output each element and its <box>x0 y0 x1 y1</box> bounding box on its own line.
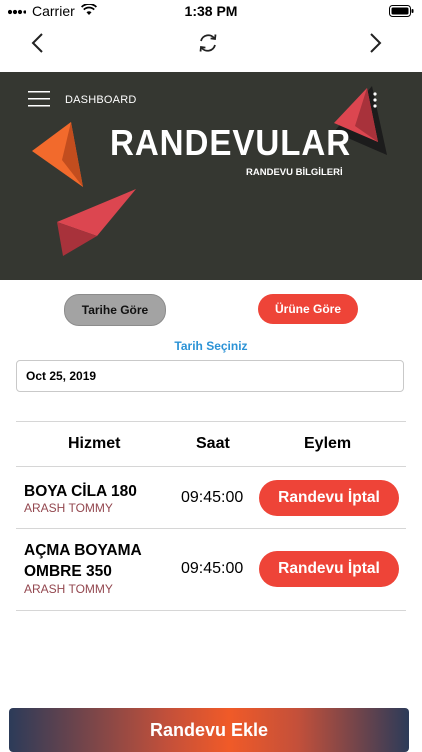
column-header-action: Eylem <box>304 435 352 452</box>
column-header-service: Hizmet <box>68 435 121 452</box>
cancel-appointment-button[interactable]: Randevu İptal <box>259 480 399 516</box>
appointment-time: 09:45:00 <box>181 560 244 577</box>
chevron-left-icon <box>30 32 44 59</box>
page-subtitle: RANDEVU BİLGİLERİ <box>246 167 343 178</box>
filter-toggle-group: Tarihe Göre Ürüne Göre <box>0 294 422 326</box>
status-bar: Carrier 1:38 PM <box>0 0 422 22</box>
add-appointment-button[interactable]: Randevu Ekle <box>9 708 409 752</box>
filter-by-date-button[interactable]: Tarihe Göre <box>64 294 166 326</box>
battery-icon <box>389 4 414 20</box>
page-title: RANDEVULAR <box>110 122 352 163</box>
appointment-time: 09:45:00 <box>181 489 244 506</box>
clock: 1:38 PM <box>184 3 238 19</box>
decorative-shapes <box>32 86 387 256</box>
forward-button[interactable] <box>361 30 391 60</box>
column-header-time: Saat <box>196 435 230 452</box>
back-button[interactable] <box>22 30 52 60</box>
table-row: BOYA CİLA 180 ARASH TOMMY 09:45:00 Rande… <box>16 467 406 529</box>
refresh-icon <box>197 32 219 59</box>
filter-by-product-button[interactable]: Ürüne Göre <box>258 294 358 324</box>
more-options-icon[interactable] <box>372 92 378 108</box>
hero-banner: DASHBOARD RANDEVULAR RANDEVU BİLGİLERİ <box>0 72 422 280</box>
cancel-appointment-button[interactable]: Randevu İptal <box>259 551 399 587</box>
table-row: AÇMA BOYAMA OMBRE 350 ARASH TOMMY 09:45:… <box>16 529 406 611</box>
appointments-table: Hizmet Saat Eylem BOYA CİLA 180 ARASH TO… <box>16 421 406 611</box>
customer-name: ARASH TOMMY <box>24 501 113 515</box>
refresh-button[interactable] <box>193 30 223 60</box>
service-name: AÇMA BOYAMA OMBRE 350 <box>24 542 142 580</box>
date-picker-caption: Tarih Seçiniz <box>174 339 248 353</box>
chevron-right-icon <box>369 32 383 59</box>
customer-name: ARASH TOMMY <box>24 582 113 596</box>
hamburger-menu-icon[interactable] <box>28 90 50 108</box>
dashboard-label: DASHBOARD <box>65 94 137 106</box>
service-name: BOYA CİLA 180 <box>24 483 137 500</box>
nav-bar <box>0 24 422 64</box>
date-input[interactable]: Oct 25, 2019 <box>16 360 404 392</box>
table-header: Hizmet Saat Eylem <box>16 421 406 467</box>
